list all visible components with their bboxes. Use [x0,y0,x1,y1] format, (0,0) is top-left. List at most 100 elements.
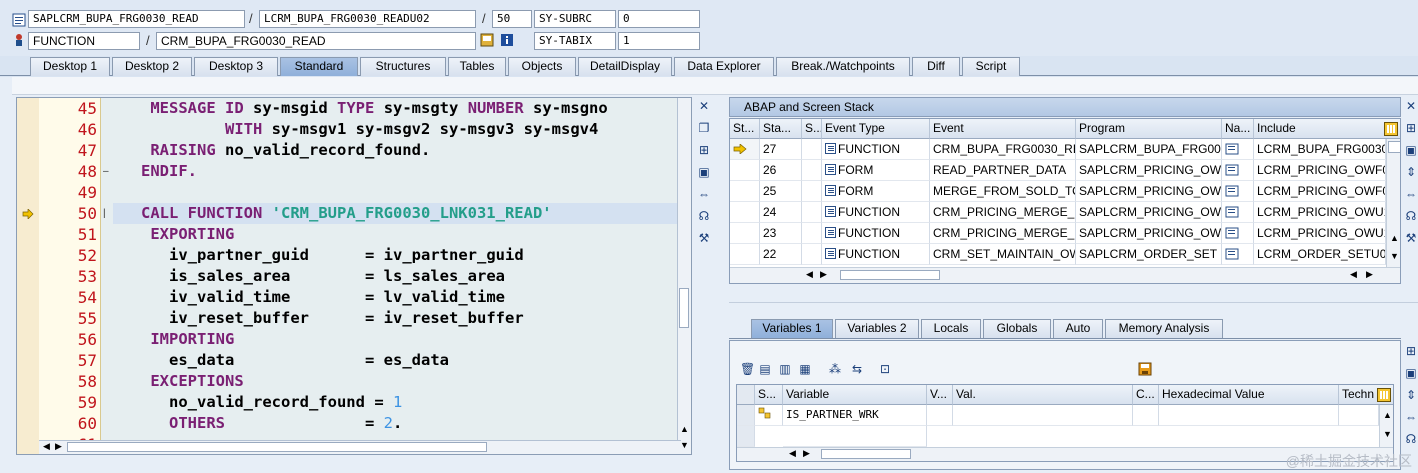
tab-detail-display[interactable]: DetailDisplay [578,57,672,76]
save-list-icon[interactable]: ▦ [798,362,812,376]
variable-name-cell[interactable] [783,426,927,447]
event-cell[interactable]: MERGE_FROM_SOLD_TO [930,181,1076,202]
delete-icon[interactable]: 🗑 [740,362,755,376]
code-line[interactable]: iv_partner_guid = iv_partner_guid [113,245,679,266]
sy-tabix-value[interactable]: 1 [618,32,700,50]
tab-auto[interactable]: Auto [1053,319,1103,338]
event-type-cell[interactable]: FUNCTION [822,223,930,244]
stack-level-cell[interactable]: 22 [760,244,802,265]
folder-icon[interactable]: ⊡ [878,362,892,376]
hex-cell[interactable] [1159,405,1339,426]
code-line[interactable]: EXPORTING [113,224,679,245]
program-cell[interactable]: SAPLCRM_PRICING_OW [1076,181,1222,202]
stack-level-cell[interactable]: 25 [760,181,802,202]
program-cell[interactable]: SAPLCRM_PRICING_OW [1076,223,1222,244]
breakpoint-gutter[interactable] [17,98,39,454]
stack-horizontal-scrollbar[interactable]: ◀ ▶ ◀ ▶ [730,267,1400,283]
code-line[interactable]: ENDIF. [113,161,679,182]
code-line[interactable]: is_sales_area = ls_sales_area [113,266,679,287]
event-field[interactable]: CRM_BUPA_FRG0030_READ [156,32,476,50]
code-line[interactable] [113,182,679,203]
swap-icon[interactable]: ⇕ [1404,388,1418,402]
include-cell[interactable]: LCRM_BUPA_FRG0030_ [1254,139,1386,160]
event-type-cell[interactable]: FUNCTION [822,202,930,223]
column-header[interactable]: Include [1254,119,1400,139]
column-header[interactable]: Sta... [760,119,802,139]
code-line[interactable]: CALL FUNCTION 'CRM_BUPA_FRG0030_LNK031_R… [113,203,679,224]
scroll-left-icon[interactable]: ◀ [43,441,50,452]
code-line[interactable]: RAISING no_valid_record_found. [113,140,679,161]
fold-marker[interactable]: | [103,208,111,219]
row-selector[interactable] [737,405,755,426]
tab-memory-analysis[interactable]: Memory Analysis [1105,319,1223,338]
include-cell[interactable]: LCRM_ORDER_SETU02 [1254,244,1386,265]
stack-grid[interactable]: St... Sta... S... Event Type Event Progr… [729,118,1401,284]
headset-icon[interactable]: ☊ [697,209,711,223]
variables-vertical-scrollbar[interactable]: ▲ ▼ [1379,405,1393,447]
scroll-left-icon[interactable]: ◀ [789,448,796,459]
program-cell[interactable]: SAPLCRM_ORDER_SET [1076,244,1222,265]
include-cell[interactable]: LCRM_PRICING_OWU15 [1254,223,1386,244]
event-type-field[interactable]: FUNCTION [28,32,140,50]
table-cell[interactable] [730,223,760,244]
splitter[interactable] [729,302,1418,303]
scroll-thumb[interactable] [67,442,487,452]
column-header[interactable]: Hexadecimal Value [1159,385,1339,405]
tools-icon[interactable]: ⚒ [697,231,711,245]
swap-icon[interactable]: ⇕ [1404,165,1418,179]
value-cell[interactable] [953,405,1133,426]
code-line[interactable]: EXCEPTIONS [113,371,679,392]
swap-icon[interactable]: ⇔ [1404,187,1418,201]
structure-icon[interactable]: ⊞ [1404,344,1418,358]
event-cell[interactable]: CRM_BUPA_FRG0030_RE... [930,139,1076,160]
tab-locals[interactable]: Locals [921,319,981,338]
code-line[interactable]: es_data = es_data [113,350,679,371]
column-header[interactable]: V... [927,385,953,405]
column-header[interactable]: Event [930,119,1076,139]
scroll-down-icon[interactable]: ▼ [1390,251,1399,261]
stack-level-cell[interactable]: 26 [760,160,802,181]
stack-vertical-scrollbar[interactable]: ▲ ▼ [1386,139,1400,267]
tab-desktop-3[interactable]: Desktop 3 [194,57,278,76]
include-field[interactable]: LCRM_BUPA_FRG0030_READU02 [259,10,476,28]
column-header[interactable]: C... [1133,385,1159,405]
transfer-icon[interactable]: ⇆ [850,362,864,376]
code-line[interactable]: iv_reset_buffer = iv_reset_buffer [113,308,679,329]
table-cell[interactable] [730,160,760,181]
code-line[interactable]: no_valid_record_found = 1 [113,392,679,413]
column-header[interactable]: Na... [1222,119,1254,139]
navigate-icon[interactable] [1222,244,1254,265]
column-header[interactable]: Variable [783,385,927,405]
structure-icon[interactable]: ⊞ [1404,121,1418,135]
tab-variables-1[interactable]: Variables 1 [751,319,833,338]
include-cell[interactable]: LCRM_PRICING_OWF09 [1254,160,1386,181]
code-line[interactable]: OTHERS = 2. [113,413,679,434]
scroll-thumb[interactable] [821,449,911,459]
navigate-icon[interactable] [1222,181,1254,202]
program-cell[interactable]: SAPLCRM_BUPA_FRG003... [1076,139,1222,160]
tools-icon[interactable]: ⚒ [1404,231,1418,245]
event-cell[interactable]: CRM_PRICING_MERGE_M... [930,223,1076,244]
save-icon[interactable] [1138,362,1152,376]
display-icon[interactable] [480,33,494,47]
tab-objects[interactable]: Objects [508,57,576,76]
headset-icon[interactable]: ☊ [1404,432,1418,446]
scroll-thumb[interactable] [1388,141,1400,153]
scroll-left-icon[interactable]: ◀ [1350,269,1357,280]
maximize-icon[interactable]: ▣ [1404,366,1418,380]
editor-vertical-scrollbar[interactable]: ▲ ▼ [677,98,691,454]
close-icon[interactable]: ✕ [1404,99,1418,113]
tab-variables-2[interactable]: Variables 2 [835,319,919,338]
scroll-thumb[interactable] [679,288,689,328]
tab-diff[interactable]: Diff [912,57,960,76]
hierarchy-icon[interactable]: ⁂ [828,362,842,376]
event-type-cell[interactable]: FUNCTION [822,244,930,265]
scroll-right-icon[interactable]: ▶ [1366,269,1373,280]
editor-horizontal-scrollbar[interactable]: ◀ ▶ [39,440,681,454]
stack-level-cell[interactable]: 27 [760,139,802,160]
column-header[interactable]: Program [1076,119,1222,139]
navigate-icon[interactable] [1222,139,1254,160]
event-type-cell[interactable]: FUNCTION [822,139,930,160]
main-program-field[interactable]: SAPLCRM_BUPA_FRG0030_READ [28,10,245,28]
layout-icon[interactable] [1377,388,1391,405]
